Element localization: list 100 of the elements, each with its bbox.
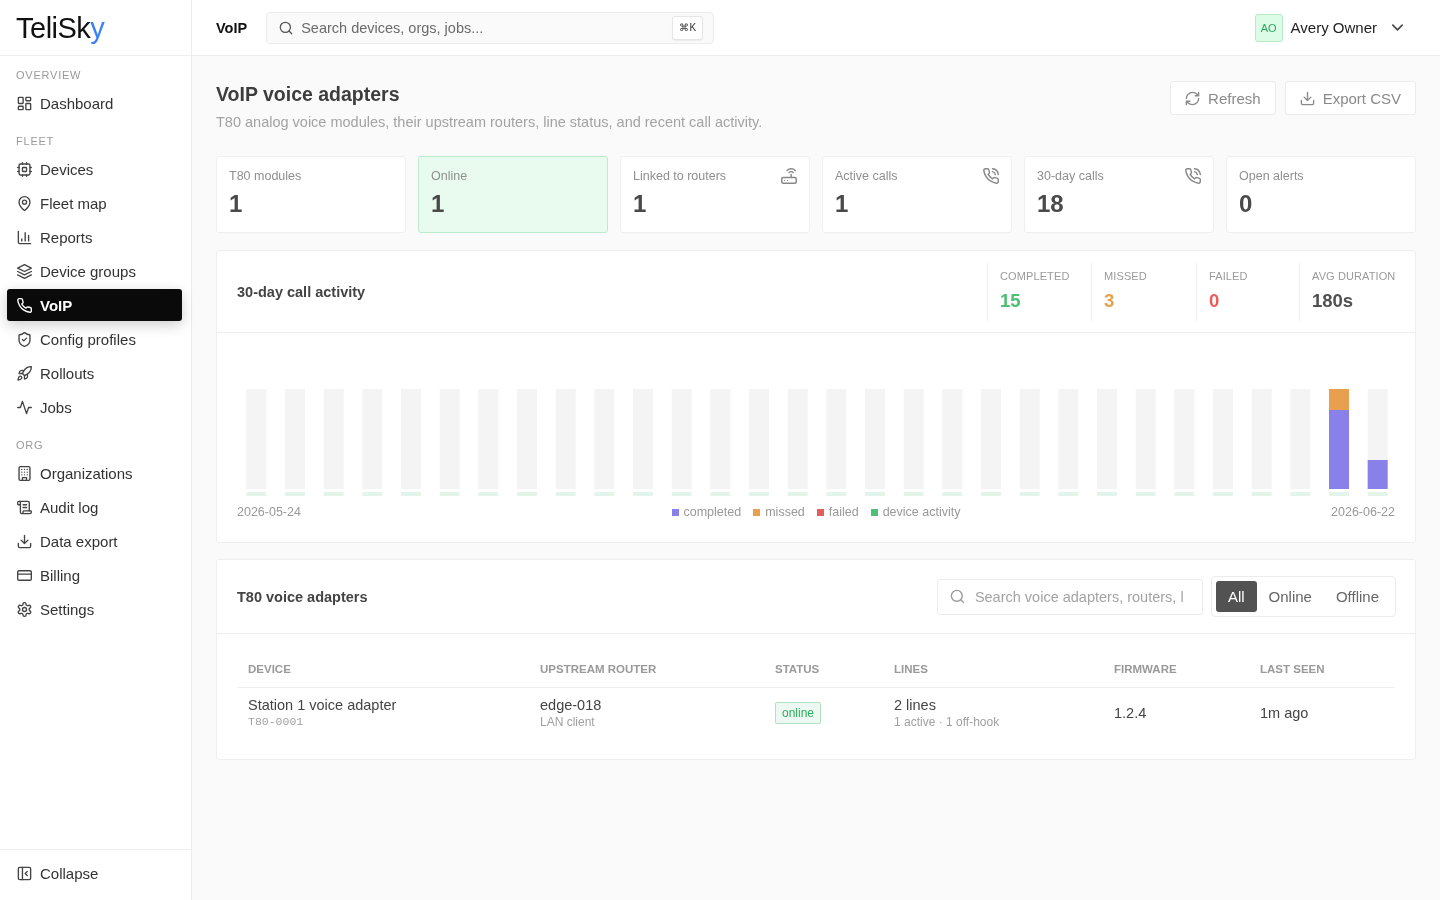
search-input[interactable]: Search voice adapters, routers, l xyxy=(974,588,1194,605)
stat-label: T80 modules xyxy=(229,168,302,184)
device-name: Station 1 voice adapter xyxy=(248,696,398,714)
user-avatar: AO xyxy=(1254,13,1283,42)
page-description: T80 analog voice modules, their upstream routers, line status, and recent call activity. xyxy=(216,113,763,132)
phone-call-icon xyxy=(983,168,999,184)
metric-value: 15 xyxy=(1000,288,1022,313)
stat-label: Linked to routers xyxy=(633,168,727,184)
nav-item[interactable]: Config profiles xyxy=(7,323,182,355)
metric-label: FAILED xyxy=(1209,268,1249,283)
page-heading: VoIP voice adapters xyxy=(216,82,401,107)
bar-chart-icon xyxy=(17,229,32,245)
metric-value: 180s xyxy=(1312,288,1355,313)
router-icon xyxy=(781,168,797,184)
nav-item[interactable]: Rollouts xyxy=(7,357,182,389)
column-header: UPSTREAM ROUTER xyxy=(539,663,658,675)
layers-icon xyxy=(17,263,32,279)
search-input[interactable]: Search devices, orgs, jobs... xyxy=(301,19,665,36)
legend-label: completed xyxy=(683,504,742,520)
export-csv-button[interactable]: Export CSV xyxy=(1284,81,1416,115)
nav-item[interactable]: Audit log xyxy=(7,491,182,523)
legend-label: device activity xyxy=(882,504,961,520)
rocket-icon xyxy=(17,365,32,381)
shield-check-icon xyxy=(17,331,32,347)
legend-label: failed xyxy=(828,504,859,520)
metric-value: 0 xyxy=(1209,288,1221,313)
search-icon xyxy=(279,20,294,35)
collapse-button[interactable]: Collapse xyxy=(7,857,182,889)
lines-detail: 1 active · 1 off-hook xyxy=(894,714,1001,730)
metric-label: COMPLETED xyxy=(1000,268,1071,283)
filter-tab[interactable]: All xyxy=(1215,581,1257,612)
nav-item[interactable]: Organizations xyxy=(7,457,182,489)
search-field[interactable]: Search voice adapters, routers, l xyxy=(936,578,1203,615)
column-header: FIRMWARE xyxy=(1113,663,1178,675)
refresh-button[interactable]: Refresh xyxy=(1170,81,1276,115)
stat-label: 30-day calls xyxy=(1037,168,1104,184)
panel-title: 30-day call activity xyxy=(237,283,366,300)
nav-section-label: OVERVIEW xyxy=(15,68,83,82)
nav-section-label: FLEET xyxy=(15,134,56,148)
nav-item[interactable]: Settings xyxy=(7,593,182,625)
download-icon xyxy=(17,533,32,549)
chevron-down-icon xyxy=(1392,24,1403,31)
download-icon xyxy=(1299,90,1315,106)
stat-value: 0 xyxy=(1239,190,1254,218)
chip-icon xyxy=(17,161,32,177)
lines-summary: 2 lines xyxy=(894,696,937,714)
settings-icon xyxy=(17,601,32,617)
metric-label: MISSED xyxy=(1104,268,1148,283)
legend-label: missed xyxy=(765,504,805,520)
column-header: LINES xyxy=(893,663,929,675)
phone-call-icon xyxy=(1185,168,1201,184)
device-serial: T80-0001 xyxy=(248,714,305,730)
metric-label: AVG DURATION xyxy=(1312,268,1397,283)
map-pin-icon xyxy=(17,195,32,211)
nav-item[interactable]: Data export xyxy=(7,525,182,557)
sidebar-panel-icon xyxy=(17,865,32,881)
app-logo: TeliSky xyxy=(16,10,105,45)
nav-item[interactable]: Fleet map xyxy=(7,187,182,219)
date-label: 2026-05-24 xyxy=(237,504,301,520)
nav-section-label: ORG xyxy=(15,438,45,452)
nav-item[interactable]: Jobs xyxy=(7,391,182,423)
stat-label: Active calls xyxy=(835,168,898,184)
router-connection: LAN client xyxy=(540,714,596,730)
status-badge: online xyxy=(775,702,822,724)
nav-item[interactable]: Device groups xyxy=(7,255,182,287)
stat-label: Online xyxy=(431,168,468,184)
filter-tab[interactable]: Offline xyxy=(1323,581,1391,612)
scroll-icon xyxy=(17,499,32,515)
last-seen-time: 1m ago xyxy=(1260,705,1309,721)
stat-value: 1 xyxy=(835,190,850,218)
stat-value: 1 xyxy=(633,190,648,218)
user-menu-button[interactable]: AO Avery Owner xyxy=(1254,13,1403,42)
building-icon xyxy=(17,465,32,481)
nav-item[interactable]: Reports xyxy=(7,221,182,253)
column-header: DEVICE xyxy=(247,663,292,675)
date-label: 2026-06-22 xyxy=(1331,504,1395,520)
phone-icon xyxy=(17,297,32,313)
refresh-icon xyxy=(1185,90,1201,106)
stat-value: 1 xyxy=(229,190,244,218)
column-header: LAST SEEN xyxy=(1259,663,1326,675)
firmware-version: 1.2.4 xyxy=(1114,705,1147,721)
nav-item[interactable]: Billing xyxy=(7,559,182,591)
column-header: STATUS xyxy=(774,663,821,675)
pulse-line-icon xyxy=(17,399,32,415)
metric-value: 3 xyxy=(1104,288,1116,313)
search-icon xyxy=(949,589,965,604)
search-field[interactable]: Search devices, orgs, jobs... ⌘K xyxy=(266,11,715,44)
panel-title: T80 voice adapters xyxy=(237,588,368,605)
dashboard-grid-icon xyxy=(17,95,32,111)
stat-label: Open alerts xyxy=(1239,168,1304,184)
nav-item[interactable]: VoIP xyxy=(7,289,182,321)
nav-item[interactable]: Devices xyxy=(7,153,182,185)
credit-card-icon xyxy=(17,567,32,583)
stat-value: 1 xyxy=(431,190,446,218)
filter-tab[interactable]: Online xyxy=(1256,581,1324,612)
nav-item[interactable]: Dashboard xyxy=(7,87,182,119)
page-title: VoIP xyxy=(216,19,248,36)
router-name: edge-018 xyxy=(540,696,603,714)
stat-value: 18 xyxy=(1037,190,1065,218)
keyboard-shortcut: ⌘K xyxy=(672,15,704,40)
